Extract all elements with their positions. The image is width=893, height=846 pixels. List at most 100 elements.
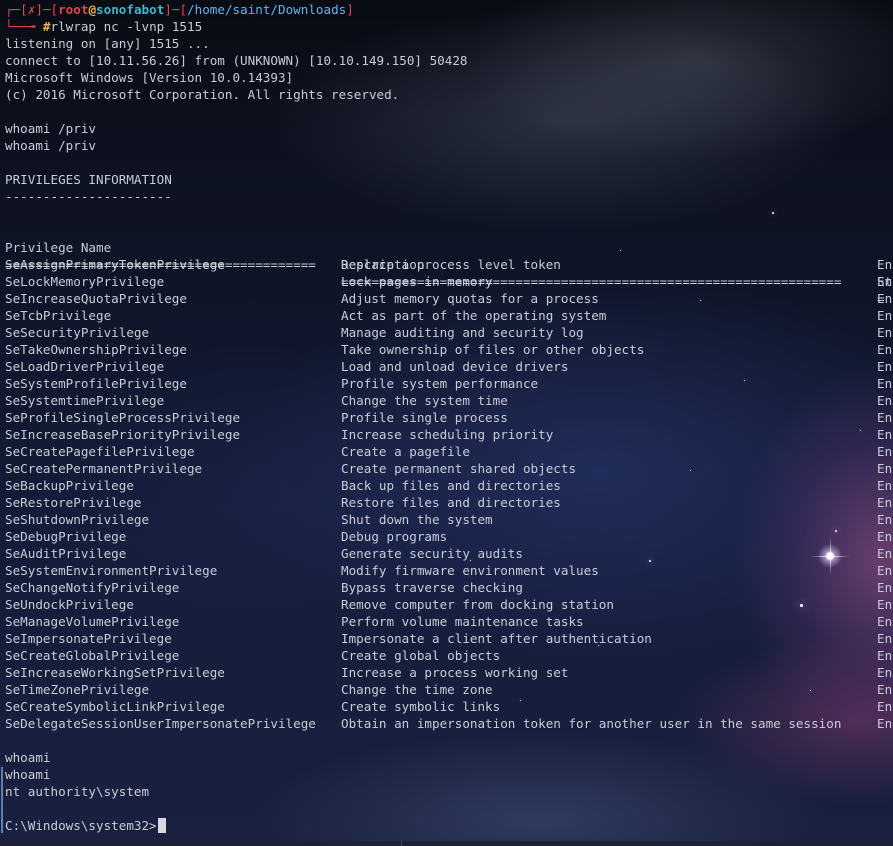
privilege-description: Change the system time [341, 393, 508, 408]
table-row: SeManageVolumePrivilege Perform volume ma… [5, 613, 893, 630]
privilege-name: SeBackupPrivilege [5, 478, 134, 493]
terminal-bottom-bar [0, 841, 893, 846]
privilege-state: En [877, 631, 893, 646]
privilege-name: SeDebugPrivilege [5, 529, 127, 544]
privilege-description: Profile single process [341, 410, 508, 425]
privilege-state: En [877, 597, 893, 612]
privilege-state: En [877, 359, 893, 374]
privilege-state: En [877, 325, 893, 340]
privilege-state: En [877, 427, 893, 442]
bar-divider [401, 841, 402, 846]
privilege-description: Modify firmware environment values [341, 563, 599, 578]
prompt-bracket: ]─[ [164, 2, 188, 17]
table-row: SeIncreaseQuotaPrivilege Adjust memory qu… [5, 290, 893, 307]
output-line: connect to [10.11.56.26] from (UNKNOWN) … [5, 53, 468, 68]
privilege-state: En [877, 308, 893, 323]
privilege-name: SeSystemEnvironmentPrivilege [5, 563, 218, 578]
privilege-name: SeImpersonatePrivilege [5, 631, 172, 646]
privilege-description: Create global objects [341, 648, 501, 663]
command-echo: whoami /priv [5, 121, 96, 136]
privilege-name: SeAssignPrimaryTokenPrivilege [5, 257, 225, 272]
prompt-host: sonofabot [96, 2, 165, 17]
privilege-state: En [877, 376, 893, 391]
privilege-description: Obtain an impersonation token for anothe… [341, 716, 842, 731]
table-row: SeAssignPrimaryTokenPrivilege Replace a p… [5, 256, 893, 273]
command-echo: whoami [5, 750, 51, 765]
prompt-bracket: ┌─[ [5, 2, 28, 17]
privilege-name: SeTimeZonePrivilege [5, 682, 150, 697]
table-row: SeIncreaseWorkingSetPrivilege Increase a … [5, 664, 893, 681]
privilege-description: Impersonate a client after authenticatio… [341, 631, 652, 646]
prompt-path: /home/saint/Downloads [187, 2, 347, 17]
privilege-state: En [877, 291, 893, 306]
output-line: (c) 2016 Microsoft Corporation. All righ… [5, 87, 400, 102]
privilege-state: En [877, 342, 893, 357]
privilege-name: SeLockMemoryPrivilege [5, 274, 165, 289]
table-row: SeSecurityPrivilege Manage auditing and s… [5, 324, 893, 341]
privilege-state: En [877, 274, 893, 289]
privilege-description: Take ownership of files or other objects [341, 342, 645, 357]
prompt-at: @ [88, 2, 97, 17]
privilege-description: Profile system performance [341, 376, 539, 391]
privilege-name: SeIncreaseWorkingSetPrivilege [5, 665, 225, 680]
table-row: SeCreatePagefilePrivilege Create a pagefi… [5, 443, 893, 460]
output-line: listening on [any] 1515 ... [5, 36, 210, 51]
privilege-name: SeLoadDriverPrivilege [5, 359, 165, 374]
privilege-description: Create symbolic links [341, 699, 501, 714]
table-row: SeLockMemoryPrivilege Lock pages in memor… [5, 273, 893, 290]
privilege-name: SeUndockPrivilege [5, 597, 134, 612]
table-row: SeAuditPrivilege Generate security audits… [5, 545, 893, 562]
privilege-state: En [877, 665, 893, 680]
table-row: SeSystemProfilePrivilege Profile system p… [5, 375, 893, 392]
command-echo: whoami /priv [5, 138, 96, 153]
table-row: SeImpersonatePrivilege Impersonate a clie… [5, 630, 893, 647]
privilege-name: SeAuditPrivilege [5, 546, 127, 561]
privilege-name: SeIncreaseQuotaPrivilege [5, 291, 187, 306]
table-row: SeUndockPrivilege Remove computer from do… [5, 596, 893, 613]
section-heading: PRIVILEGES INFORMATION [5, 172, 172, 187]
privilege-name: SeCreatePagefilePrivilege [5, 444, 195, 459]
privilege-name: SeShutdownPrivilege [5, 512, 150, 527]
command-echo: whoami [5, 767, 51, 782]
privilege-state: En [877, 257, 893, 272]
table-row: SeCreateSymbolicLinkPrivilege Create symb… [5, 698, 893, 715]
table-row: SeCreateGlobalPrivilege Create global obj… [5, 647, 893, 664]
table-row: SeChangeNotifyPrivilege Bypass traverse c… [5, 579, 893, 596]
windows-prompt: C:\Windows\system32> [5, 818, 157, 833]
privilege-name: SeProfileSingleProcessPrivilege [5, 410, 241, 425]
privilege-description: Increase a process working set [341, 665, 569, 680]
privilege-description: Increase scheduling priority [341, 427, 554, 442]
privilege-state: En [877, 529, 893, 544]
windows-prompt-line[interactable]: C:\Windows\system32> [5, 817, 166, 834]
privilege-description: Adjust memory quotas for a process [341, 291, 599, 306]
table-row: SeTcbPrivilege Act as part of the operati… [5, 307, 893, 324]
table-header: Privilege Name Description St [5, 222, 893, 289]
prompt-hash: # [42, 19, 51, 34]
text-cursor [157, 818, 166, 833]
privilege-name: SeSystemProfilePrivilege [5, 376, 187, 391]
shell-prompt-line-1: ┌─[✗]─[root@sonofabot]─[/home/saint/Down… [5, 1, 354, 18]
prompt-bracket: ] [346, 2, 354, 17]
table-row: SeShutdownPrivilege Shut down the system E… [5, 511, 893, 528]
privilege-description: Generate security audits [341, 546, 523, 561]
privilege-state: En [877, 563, 893, 578]
table-row: SeDebugPrivilege Debug programs En [5, 528, 893, 545]
privilege-description: Bypass traverse checking [341, 580, 523, 595]
privilege-state: En [877, 410, 893, 425]
privilege-state: En [877, 614, 893, 629]
table-row: SeCreatePermanentPrivilege Create permane… [5, 460, 893, 477]
privilege-state: En [877, 699, 893, 714]
table-row: SeLoadDriverPrivilege Load and unload dev… [5, 358, 893, 375]
privilege-state: En [877, 495, 893, 510]
table-row: SeTimeZonePrivilege Change the time zone E… [5, 681, 893, 698]
table-separator: ========================================… [5, 239, 893, 306]
section-underline: ---------------------- [5, 189, 172, 204]
privilege-state: En [877, 461, 893, 476]
privilege-description: Replace a process level token [341, 257, 561, 272]
privilege-name: SeSecurityPrivilege [5, 325, 150, 340]
privilege-name: SeCreateGlobalPrivilege [5, 648, 180, 663]
privilege-name: SeTcbPrivilege [5, 308, 112, 323]
terminal-window[interactable]: ┌─[✗]─[root@sonofabot]─[/home/saint/Down… [0, 0, 893, 846]
privilege-name: SeManageVolumePrivilege [5, 614, 180, 629]
table-row: SeSystemtimePrivilege Change the system t… [5, 392, 893, 409]
